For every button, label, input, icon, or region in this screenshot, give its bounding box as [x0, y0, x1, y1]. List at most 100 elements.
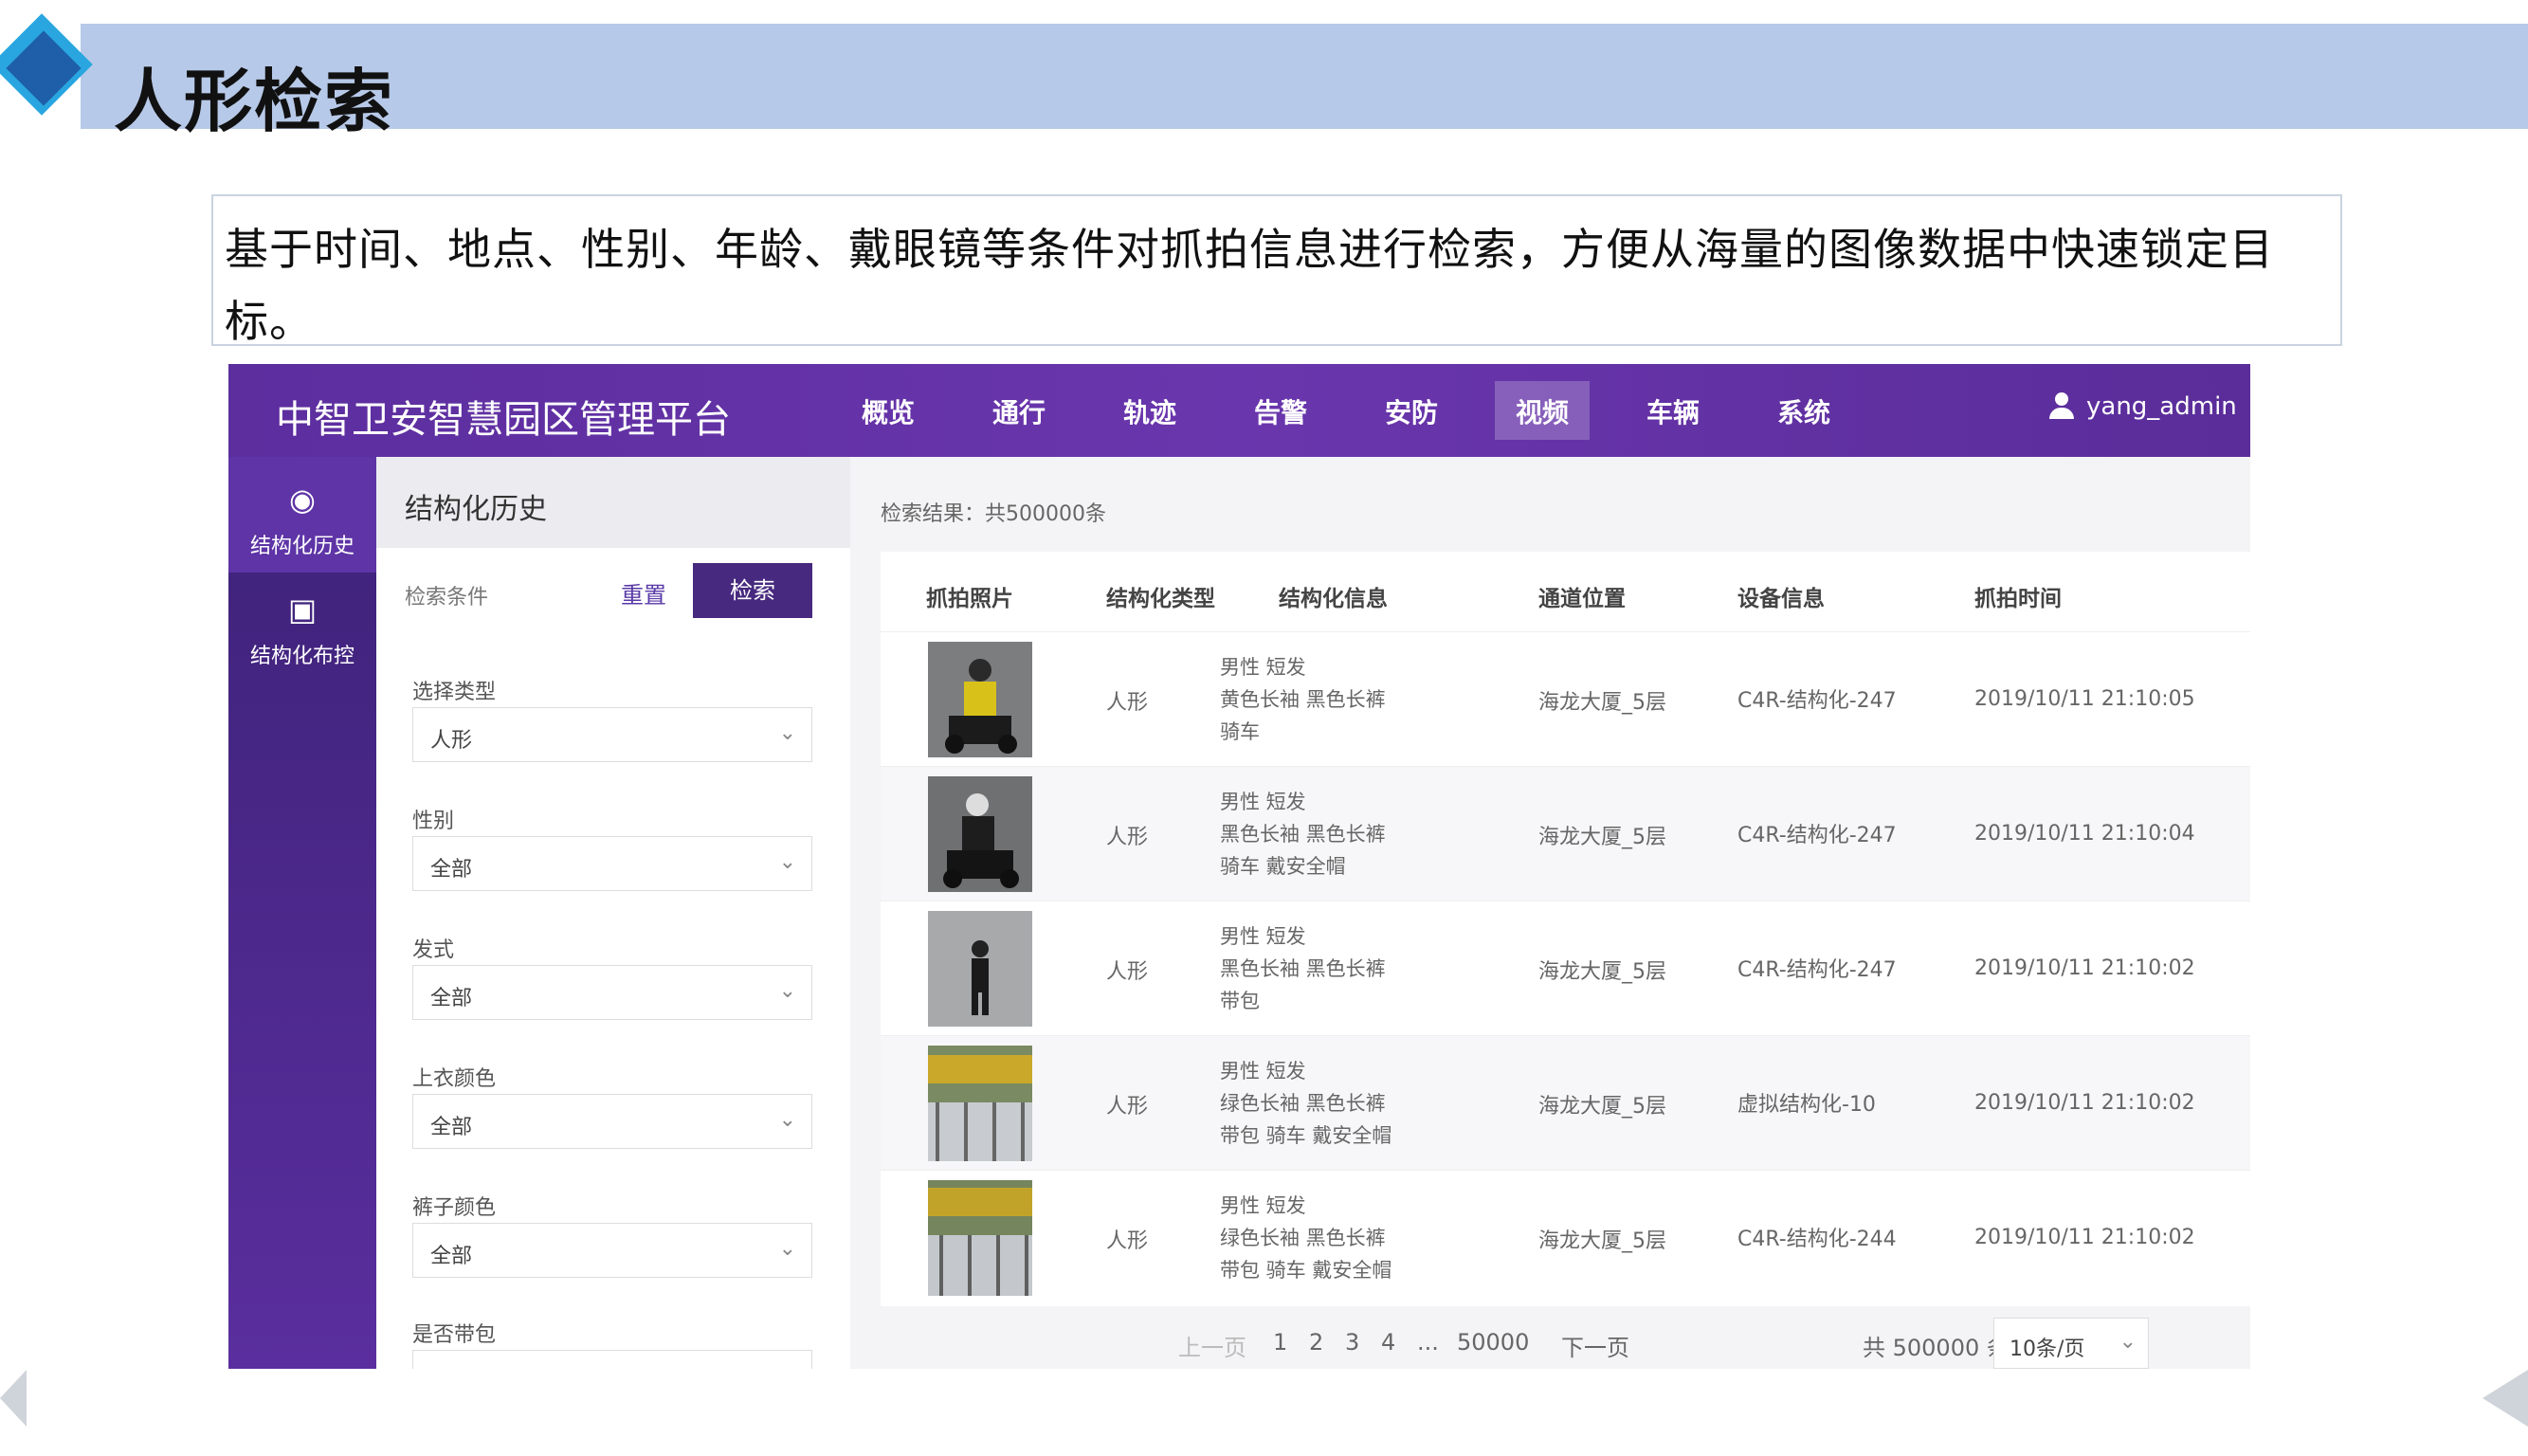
- page-number[interactable]: 1: [1273, 1329, 1287, 1356]
- channel-location: 海龙大厦_5层: [1538, 960, 1666, 984]
- field-label-gender: 性别: [412, 810, 455, 833]
- capture-thumbnail[interactable]: [928, 911, 1032, 1027]
- chevron-down-icon: ⌄: [778, 850, 796, 874]
- structured-info: 男性 短发 黑色长袖 黑色长裤 带包: [1220, 925, 1386, 1012]
- badge-icon: ▣: [287, 592, 318, 628]
- results-table: 抓拍照片 结构化类型 结构化信息 通道位置 设备信息 抓拍时间 人形 男性 短发…: [881, 552, 2250, 1306]
- page-number[interactable]: 2: [1309, 1329, 1323, 1356]
- user-icon: [2048, 392, 2075, 421]
- chevron-down-icon: ⌄: [778, 979, 796, 1003]
- select-value: 全部: [430, 1116, 473, 1139]
- table-header: 抓拍照片 结构化类型 结构化信息 通道位置 设备信息 抓拍时间: [881, 552, 2250, 631]
- hair-select[interactable]: 全部 ⌄: [412, 965, 812, 1020]
- next-page-button[interactable]: 下一页: [1561, 1329, 1629, 1362]
- structured-info: 男性 短发 黄色长袖 黑色长裤 骑车: [1220, 656, 1386, 743]
- slide-title: 人形检索: [114, 62, 395, 141]
- camera-icon: ◉: [289, 482, 316, 518]
- select-value: 10条/页: [2010, 1338, 2085, 1361]
- table-row[interactable]: 人形 男性 短发 绿色长袖 黑色长裤 带包 骑车 戴安全帽 海龙大厦_5层 虚拟结构…: [881, 1035, 2250, 1170]
- filter-title-bar: 结构化历史: [376, 457, 850, 548]
- chevron-down-icon: ⌄: [778, 721, 796, 745]
- description-box: 基于时间、地点、性别、年龄、戴眼镜等条件对抓拍信息进行检索，方便从海量的图像数据…: [211, 194, 2342, 347]
- chevron-down-icon: ⌄: [778, 1108, 796, 1132]
- nav-item-vehicle[interactable]: 车辆: [1646, 392, 1700, 430]
- table-row[interactable]: 人形 男性 短发 绿色长袖 黑色长裤 带包 骑车 戴安全帽 海龙大厦_5层 C4R-…: [881, 1170, 2250, 1304]
- column-header: 结构化类型: [1106, 587, 1215, 611]
- reset-button[interactable]: 重置: [621, 576, 666, 610]
- column-header: 结构化信息: [1279, 587, 1388, 611]
- brand-title: 中智卫安智慧园区管理平台: [276, 398, 731, 442]
- description-text: 基于时间、地点、性别、年龄、戴眼镜等条件对抓拍信息进行检索，方便从海量的图像数据…: [225, 224, 2274, 347]
- filter-panel: 结构化历史 检索条件 重置 检索 选择类型 人形 ⌄ 性别 全部 ⌄ 发式 全部 ⌄ …: [376, 457, 850, 1369]
- nav-item-track[interactable]: 轨迹: [1123, 392, 1176, 430]
- table-row[interactable]: 人形 男性 短发 黑色长袖 黑色长裤 带包 海龙大厦_5层 C4R-结构化-247 …: [881, 901, 2250, 1035]
- select-value: 全部: [430, 858, 473, 882]
- capture-time: 2019/10/11 21:10:02: [1974, 1226, 2195, 1249]
- select-value: 全部: [430, 987, 473, 1010]
- page-number[interactable]: 50000: [1457, 1329, 1529, 1356]
- table-row[interactable]: 人形 男性 短发 黄色长袖 黑色长裤 骑车 海龙大厦_5层 C4R-结构化-247 …: [881, 631, 2250, 766]
- channel-location: 海龙大厦_5层: [1538, 1095, 1666, 1119]
- channel-location: 海龙大厦_5层: [1538, 691, 1666, 715]
- sidebar-item-structured-history[interactable]: ◉ 结构化历史: [228, 457, 376, 573]
- field-label-hair: 发式: [412, 938, 455, 962]
- structured-type: 人形: [1106, 1229, 1149, 1253]
- top-nav: 中智卫安智慧园区管理平台 概览 通行 轨迹 告警 安防 视频 车辆 系统 yan…: [228, 364, 2250, 457]
- page-number[interactable]: 3: [1345, 1329, 1359, 1356]
- prev-slide-arrow[interactable]: [0, 1370, 27, 1427]
- capture-thumbnail[interactable]: [928, 776, 1032, 892]
- gender-select[interactable]: 全部 ⌄: [412, 836, 812, 891]
- result-count: 检索结果：共500000条: [881, 502, 1106, 526]
- device-info: C4R-结构化-247: [1737, 824, 1897, 847]
- field-label-top-color: 上衣颜色: [412, 1067, 497, 1091]
- nav-item-security[interactable]: 安防: [1385, 392, 1438, 430]
- structured-info: 男性 短发 绿色长袖 黑色长裤 带包 骑车 戴安全帽: [1220, 1194, 1392, 1282]
- capture-time: 2019/10/11 21:10:02: [1974, 1091, 2195, 1115]
- sidebar-item-structured-control[interactable]: ▣ 结构化布控: [228, 592, 376, 669]
- channel-location: 海龙大厦_5层: [1538, 826, 1666, 849]
- prev-page-button[interactable]: 上一页: [1178, 1329, 1246, 1362]
- results-panel: 检索结果：共500000条 抓拍照片 结构化类型 结构化信息 通道位置 设备信息…: [860, 457, 2250, 1369]
- table-row[interactable]: 人形 男性 短发 黑色长袖 黑色长裤 骑车 戴安全帽 海龙大厦_5层 C4R-结构化…: [881, 766, 2250, 901]
- type-select[interactable]: 人形 ⌄: [412, 707, 812, 762]
- conditions-label: 检索条件: [405, 586, 489, 610]
- field-label-type: 选择类型: [412, 681, 497, 704]
- capture-thumbnail[interactable]: [928, 1180, 1032, 1296]
- device-info: 虚拟结构化-10: [1737, 1093, 1876, 1117]
- capture-thumbnail[interactable]: [928, 1046, 1032, 1161]
- capture-time: 2019/10/11 21:10:05: [1974, 687, 2195, 711]
- page-size-select[interactable]: 10条/页 ⌄: [1993, 1318, 2149, 1369]
- bag-select[interactable]: [412, 1350, 812, 1369]
- device-info: C4R-结构化-247: [1737, 958, 1897, 982]
- app-window: 中智卫安智慧园区管理平台 概览 通行 轨迹 告警 安防 视频 车辆 系统 yan…: [228, 364, 2250, 1369]
- total-count: 共 500000 条: [1863, 1335, 2010, 1361]
- sidebar-item-label: 结构化历史: [249, 535, 355, 558]
- device-info: C4R-结构化-247: [1737, 689, 1897, 713]
- field-label-pants-color: 裤子颜色: [412, 1196, 497, 1220]
- pants-color-select[interactable]: 全部 ⌄: [412, 1223, 812, 1278]
- channel-location: 海龙大厦_5层: [1538, 1229, 1666, 1253]
- top-color-select[interactable]: 全部 ⌄: [412, 1094, 812, 1149]
- structured-type: 人形: [1106, 826, 1149, 849]
- capture-time: 2019/10/11 21:10:04: [1974, 822, 2195, 846]
- page-number[interactable]: 4: [1381, 1329, 1395, 1356]
- user-name: yang_admin: [2086, 392, 2237, 421]
- capture-thumbnail[interactable]: [928, 642, 1032, 757]
- nav-item-overview[interactable]: 概览: [862, 392, 915, 430]
- search-button[interactable]: 检索: [693, 563, 812, 618]
- select-value: 人形: [430, 729, 473, 753]
- nav-item-access[interactable]: 通行: [992, 392, 1046, 430]
- nav-item-video[interactable]: 视频: [1516, 392, 1569, 430]
- sidebar-item-label: 结构化布控: [249, 645, 355, 668]
- pagination: 上一页 1 2 3 4 ... 50000 下一页 共 500000 条 10条…: [860, 1318, 2250, 1369]
- nav-item-system[interactable]: 系统: [1777, 392, 1830, 430]
- column-header: 设备信息: [1737, 587, 1825, 611]
- user-menu[interactable]: yang_admin: [2048, 392, 2237, 421]
- column-header: 抓拍照片: [926, 587, 1013, 611]
- next-slide-arrow[interactable]: [2483, 1370, 2528, 1427]
- sidebar: ◉ 结构化历史 ▣ 结构化布控: [228, 457, 376, 1369]
- structured-type: 人形: [1106, 960, 1149, 984]
- column-header: 抓拍时间: [1974, 587, 2062, 611]
- slide: 人形检索 基于时间、地点、性别、年龄、戴眼镜等条件对抓拍信息进行检索，方便从海量…: [0, 0, 2528, 1456]
- nav-item-alarm[interactable]: 告警: [1254, 392, 1307, 430]
